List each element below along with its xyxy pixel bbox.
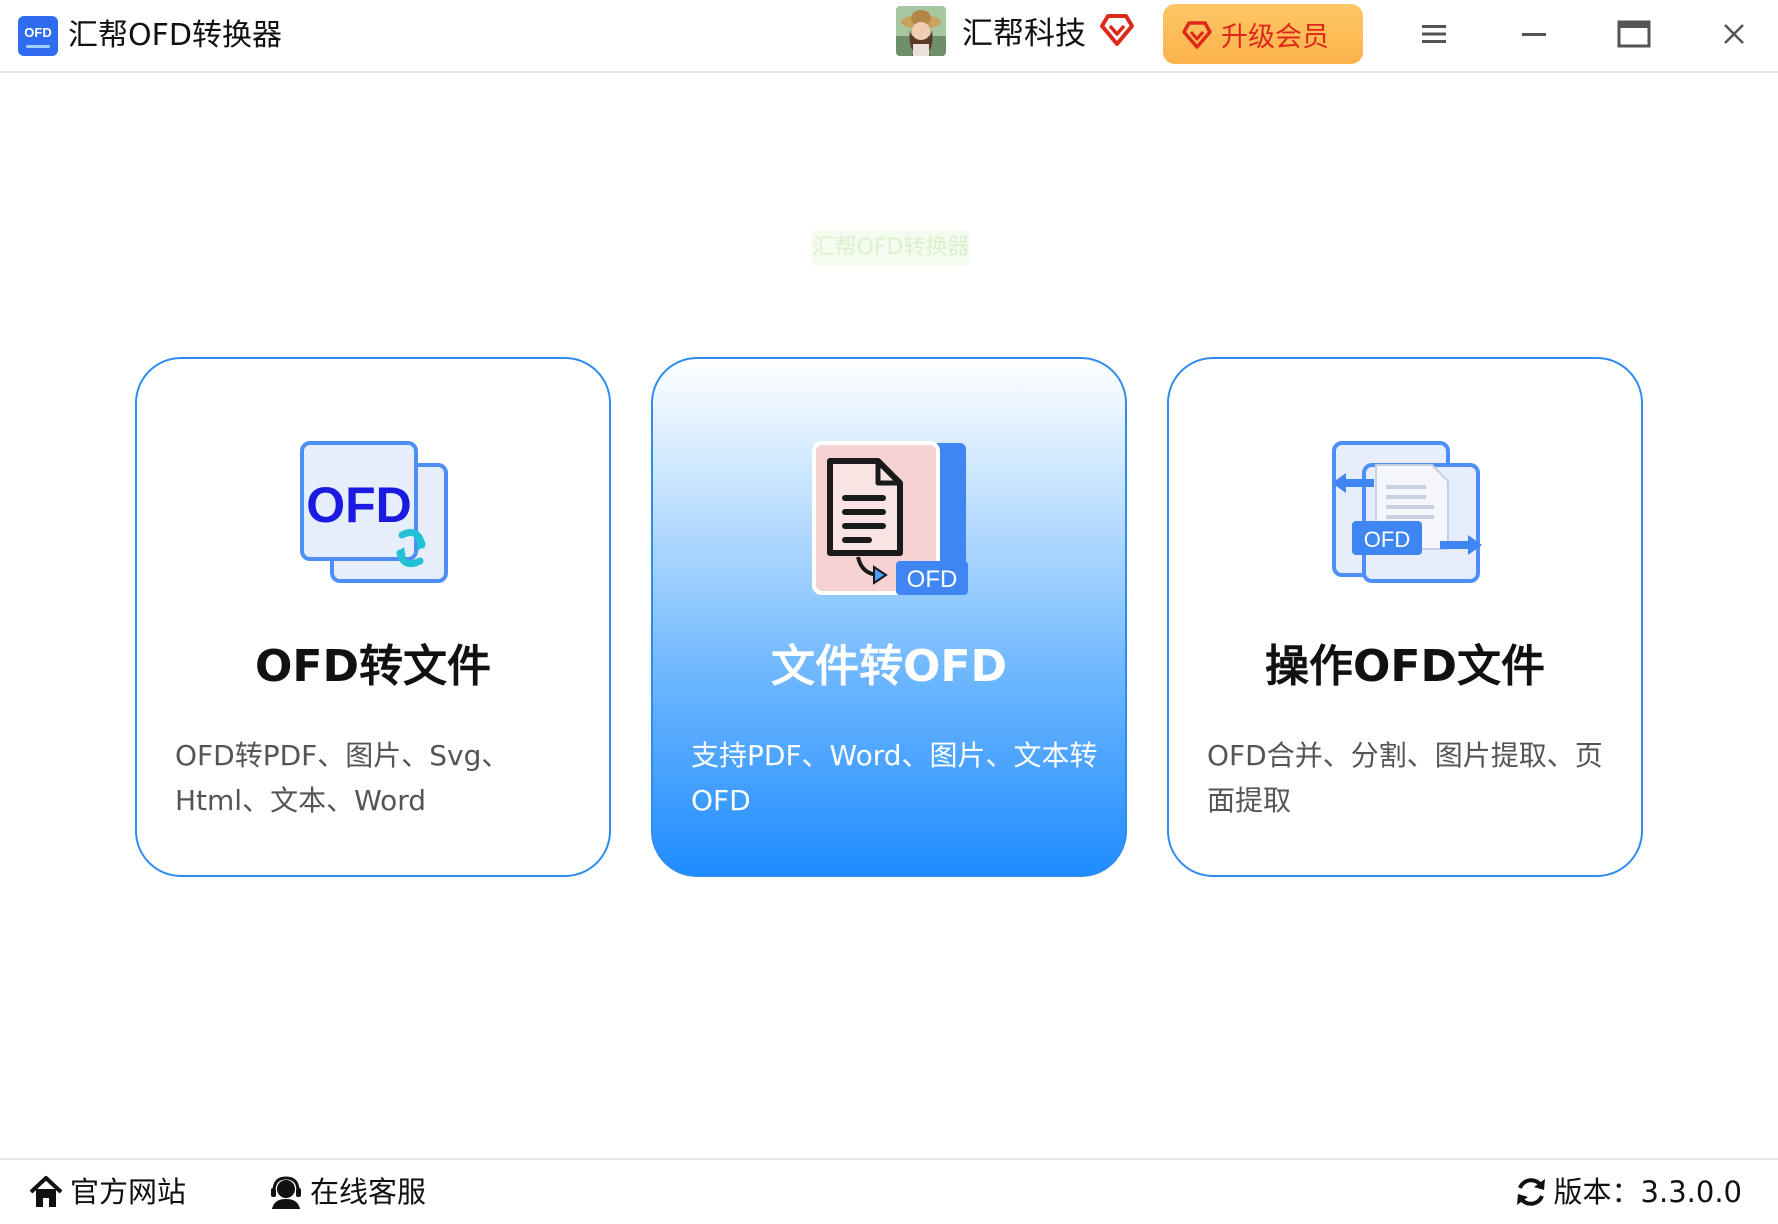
watermark: 汇帮OFD转换器 (812, 230, 970, 266)
upgrade-vip-button[interactable]: 升级会员 (1163, 4, 1363, 64)
support-agent-icon (271, 1176, 301, 1209)
close-icon (1724, 24, 1744, 44)
menu-icon (1422, 25, 1446, 43)
app-logo-icon: OFD (18, 16, 58, 56)
app-title: 汇帮OFD转换器 (68, 18, 282, 53)
online-support-link[interactable]: 在线客服 (268, 1170, 426, 1214)
online-support-label: 在线客服 (310, 1175, 427, 1209)
maximize-button[interactable] (1610, 10, 1658, 58)
diamond-icon (1182, 21, 1212, 49)
minimize-button[interactable] (1510, 10, 1558, 58)
card-description: 支持PDF、Word、图片、文本转OFD (691, 739, 1098, 817)
menu-button[interactable] (1410, 10, 1458, 58)
title-bar: OFD 汇帮OFD转换器 汇帮科技 升级会员 (0, 0, 1778, 73)
maximize-icon (1617, 20, 1651, 48)
card-ofd-to-file[interactable]: OFD OFD转文件 OFD转PDF、图片、Svg、Html、文本、Word (135, 357, 611, 877)
card-operate-ofd[interactable]: OFD 操作OFD文件 OFD合并、分割、图片提取、页面提取 (1167, 357, 1643, 877)
close-button[interactable] (1710, 10, 1758, 58)
svg-text:OFD: OFD (306, 477, 412, 533)
file-to-ofd-icon: OFD (808, 437, 972, 601)
card-description: OFD转PDF、图片、Svg、Html、文本、Word (175, 739, 510, 817)
svg-text:OFD: OFD (1364, 527, 1410, 552)
card-description: OFD合并、分割、图片提取、页面提取 (1207, 739, 1603, 817)
card-title: 文件转OFD (771, 641, 1007, 692)
user-avatar[interactable] (896, 6, 946, 56)
version-info: 版本：3.3.0.0 (1514, 1170, 1742, 1214)
svg-text:OFD: OFD (907, 566, 958, 593)
official-website-label: 官方网站 (70, 1175, 187, 1209)
card-title: 操作OFD文件 (1265, 641, 1545, 692)
ofd-operate-icon: OFD (1324, 437, 1488, 601)
ofd-convert-icon: OFD (292, 437, 456, 601)
official-website-link[interactable]: 官方网站 (28, 1170, 186, 1214)
home-icon (29, 1176, 63, 1207)
user-name: 汇帮科技 (962, 16, 1086, 52)
version-label: 版本：3.3.0.0 (1553, 1175, 1742, 1209)
status-bar: 官方网站 在线客服 版本：3.3.0.0 (0, 1158, 1778, 1224)
card-file-to-ofd[interactable]: OFD 文件转OFD 支持PDF、Word、图片、文本转OFD (651, 357, 1127, 877)
minimize-icon (1522, 33, 1546, 36)
vip-diamond-icon (1098, 10, 1136, 48)
refresh-icon (1516, 1178, 1545, 1206)
upgrade-vip-label: 升级会员 (1221, 21, 1329, 53)
card-title: OFD转文件 (255, 641, 491, 692)
